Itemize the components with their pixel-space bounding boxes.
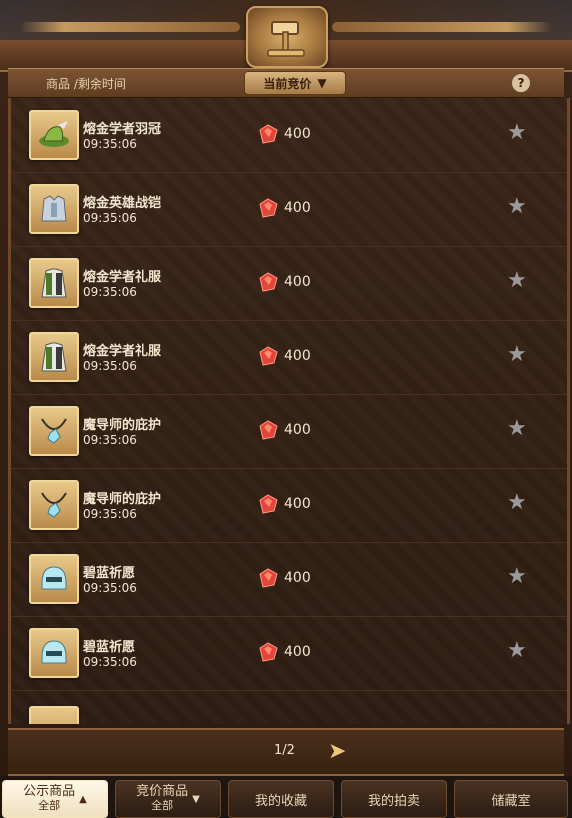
item-remaining-time: 09:35:06 bbox=[83, 285, 137, 299]
list-header: 商品 /剩余时间 当前竞价 ▼ ? bbox=[8, 68, 564, 98]
tab-bidding-items[interactable]: 竞价商品 全部 ▼ bbox=[115, 780, 221, 818]
pager: 1/2 ➤ bbox=[8, 728, 564, 776]
item-remaining-time: 09:35:06 bbox=[83, 137, 137, 151]
item-remaining-time: 09:35:06 bbox=[83, 433, 137, 447]
current-bid-price: 400 bbox=[284, 570, 311, 586]
red-gem-icon bbox=[257, 346, 279, 370]
favorite-star-icon[interactable]: ★ bbox=[507, 640, 529, 662]
red-gem-icon bbox=[257, 642, 279, 666]
favorite-star-icon[interactable]: ★ bbox=[507, 344, 529, 366]
right-wing-ornament bbox=[332, 22, 552, 32]
current-bid-price: 400 bbox=[284, 274, 311, 290]
current-bid-price: 400 bbox=[284, 496, 311, 512]
item-remaining-time: 09:35:06 bbox=[83, 211, 137, 225]
favorite-star-icon[interactable]: ★ bbox=[507, 492, 529, 514]
current-bid-price: 400 bbox=[284, 644, 311, 660]
item-remaining-time: 09:35:06 bbox=[83, 507, 137, 521]
help-button[interactable]: ? bbox=[511, 73, 531, 93]
current-bid-price: 400 bbox=[284, 348, 311, 364]
sort-by-bid-button[interactable]: 当前竞价 ▼ bbox=[244, 71, 346, 95]
red-gem-icon bbox=[257, 124, 279, 148]
tab-sub-label: 全部 bbox=[38, 799, 61, 812]
tab-my-auctions[interactable]: 我的拍卖 bbox=[341, 780, 447, 818]
next-page-arrow-icon[interactable]: ➤ bbox=[328, 739, 358, 765]
item-name: 熔金学者羽冠 bbox=[83, 122, 162, 137]
red-gem-icon bbox=[257, 494, 279, 518]
favorite-star-icon[interactable]: ★ bbox=[507, 196, 529, 218]
chevron-up-icon: ▲ bbox=[79, 793, 87, 805]
top-ornament bbox=[0, 0, 572, 72]
item-remaining-time: 09:35:06 bbox=[83, 581, 137, 595]
favorite-star-icon[interactable]: ★ bbox=[507, 566, 529, 588]
auction-window: 商品 /剩余时间 当前竞价 ▼ ? 熔金学者羽冠 09:35:06 400 ★ 熔金英雄… bbox=[0, 0, 572, 818]
item-name: 魔导师的庇护 bbox=[83, 418, 162, 433]
table-row[interactable]: 魔导师的庇护 09:35:06 400 ★ bbox=[11, 394, 567, 469]
page-number: 1/2 bbox=[274, 743, 295, 758]
tab-label: 储藏室 bbox=[491, 793, 531, 809]
tab-label: 我的拍卖 bbox=[367, 793, 420, 809]
table-row[interactable]: 熔金学者羽冠 09:35:06 400 ★ bbox=[11, 98, 567, 173]
favorite-star-icon[interactable]: ★ bbox=[507, 270, 529, 292]
table-row[interactable]: 碧蓝祈愿 09:35:06 400 ★ bbox=[11, 616, 567, 691]
current-bid-price: 400 bbox=[284, 200, 311, 216]
chevron-down-icon: ▼ bbox=[192, 793, 200, 805]
item-name: 碧蓝祈愿 bbox=[83, 566, 136, 581]
armor-icon bbox=[29, 706, 79, 724]
tab-label: 竞价商品 bbox=[136, 784, 189, 799]
current-bid-price: 400 bbox=[284, 126, 311, 142]
red-gem-icon bbox=[257, 272, 279, 296]
amulet-icon[interactable] bbox=[29, 480, 79, 530]
table-row-partial[interactable] bbox=[11, 694, 567, 724]
column-label: 商品 /剩余时间 bbox=[46, 77, 126, 91]
item-name: 魔导师的庇护 bbox=[83, 492, 162, 507]
item-name: 熔金英雄战铠 bbox=[83, 196, 162, 211]
table-row[interactable]: 熔金学者礼服 09:35:06 400 ★ bbox=[11, 320, 567, 395]
auction-item-list[interactable]: 熔金学者羽冠 09:35:06 400 ★ 熔金英雄战铠 09:35:06 400 ★ 熔金学者… bbox=[8, 98, 570, 724]
left-wing-ornament bbox=[20, 22, 240, 32]
favorite-star-icon[interactable]: ★ bbox=[507, 418, 529, 440]
item-remaining-time: 09:35:06 bbox=[83, 655, 137, 669]
robe-icon[interactable] bbox=[29, 332, 79, 382]
bottom-tabs: 公示商品 全部 ▲ 竞价商品 全部 ▼ 我的收藏 我的拍卖 储藏室 bbox=[0, 776, 572, 818]
tab-my-favorites[interactable]: 我的收藏 bbox=[228, 780, 334, 818]
tab-label: 我的收藏 bbox=[254, 793, 307, 809]
helmet-icon[interactable] bbox=[29, 628, 79, 678]
table-row[interactable]: 魔导师的庇护 09:35:06 400 ★ bbox=[11, 468, 567, 543]
favorite-star-icon[interactable]: ★ bbox=[507, 122, 529, 144]
red-gem-icon bbox=[257, 198, 279, 222]
item-name: 熔金学者礼服 bbox=[83, 270, 162, 285]
hammer-icon bbox=[267, 21, 305, 57]
tab-storage[interactable]: 储藏室 bbox=[454, 780, 568, 818]
robe-icon[interactable] bbox=[29, 258, 79, 308]
question-icon: ? bbox=[517, 76, 525, 90]
tab-label: 公示商品 bbox=[23, 784, 76, 799]
current-bid-price: 400 bbox=[284, 422, 311, 438]
auction-hammer-emblem bbox=[246, 6, 328, 68]
hat-icon[interactable] bbox=[29, 110, 79, 160]
red-gem-icon bbox=[257, 420, 279, 444]
amulet-icon[interactable] bbox=[29, 406, 79, 456]
item-name: 熔金学者礼服 bbox=[83, 344, 162, 359]
tab-sub-label: 全部 bbox=[151, 799, 174, 812]
table-row[interactable]: 熔金学者礼服 09:35:06 400 ★ bbox=[11, 246, 567, 321]
red-gem-icon bbox=[257, 568, 279, 592]
tab-public-items[interactable]: 公示商品 全部 ▲ bbox=[2, 780, 108, 818]
item-name: 碧蓝祈愿 bbox=[83, 640, 136, 655]
armor-icon[interactable] bbox=[29, 184, 79, 234]
caret-down-icon: ▼ bbox=[317, 76, 327, 90]
helmet-icon[interactable] bbox=[29, 554, 79, 604]
table-row[interactable]: 熔金英雄战铠 09:35:06 400 ★ bbox=[11, 172, 567, 247]
table-row[interactable]: 碧蓝祈愿 09:35:06 400 ★ bbox=[11, 542, 567, 617]
sort-label: 当前竞价 bbox=[263, 76, 312, 91]
item-remaining-time: 09:35:06 bbox=[83, 359, 137, 373]
